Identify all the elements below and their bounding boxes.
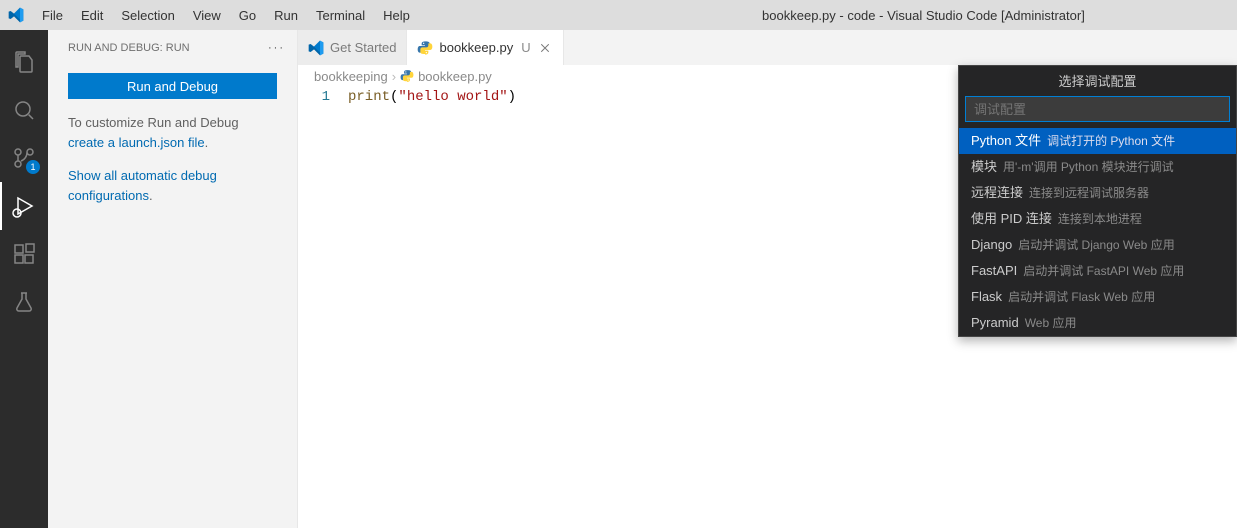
search-icon [12,98,36,122]
quickpick-panel: 选择调试配置 Python 文件 调试打开的 Python 文件 模块 用'-m… [958,65,1237,337]
menu-selection[interactable]: Selection [113,4,182,27]
menu-terminal[interactable]: Terminal [308,4,373,27]
activity-explorer[interactable] [0,38,48,86]
menu-run[interactable]: Run [266,4,306,27]
breadcrumb-file[interactable]: bookkeep.py [400,69,492,84]
chevron-right-icon: › [392,69,396,84]
quickpick-item-fastapi[interactable]: FastAPI 启动并调试 FastAPI Web 应用 [959,258,1236,284]
menu-go[interactable]: Go [231,4,264,27]
beaker-icon [12,290,36,314]
tabs-row: Get Started bookkeep.py U [298,30,1237,65]
tab-git-status: U [521,40,530,55]
sidebar-showall-text: Show all automatic debug configurations. [68,166,277,205]
sidebar: RUN AND DEBUG: RUN ··· Run and Debug To … [48,30,298,528]
quickpick-item-flask[interactable]: Flask 启动并调试 Flask Web 应用 [959,284,1236,310]
activity-extensions[interactable] [0,230,48,278]
quickpick-list: Python 文件 调试打开的 Python 文件 模块 用'-m'调用 Pyt… [959,128,1236,336]
run-and-debug-button[interactable]: Run and Debug [68,73,277,99]
python-icon [417,40,433,56]
quickpick-item-python-file[interactable]: Python 文件 调试打开的 Python 文件 [959,128,1236,154]
tab-label: bookkeep.py [439,40,513,55]
quickpick-input[interactable] [965,96,1230,122]
tab-label: Get Started [330,40,396,55]
breadcrumb-folder[interactable]: bookkeeping [314,69,388,84]
quickpick-item-module[interactable]: 模块 用'-m'调用 Python 模块进行调试 [959,154,1236,180]
activity-search[interactable] [0,86,48,134]
editor-area: Get Started bookkeep.py U bookkeeping › … [298,30,1237,528]
window-title: bookkeep.py - code - Visual Studio Code … [418,8,1229,23]
quickpick-item-pid[interactable]: 使用 PID 连接 连接到本地进程 [959,206,1236,232]
sidebar-more-icon[interactable]: ··· [268,42,285,54]
activity-testing[interactable] [0,278,48,326]
files-icon [12,50,36,74]
activity-source-control[interactable]: 1 [0,134,48,182]
debug-icon [12,194,36,218]
activity-run-debug[interactable] [0,182,48,230]
line-numbers: 1 [298,89,348,528]
python-icon [400,69,414,83]
show-all-configs-link[interactable]: Show all automatic debug configurations [68,168,217,203]
vscode-icon [308,40,324,56]
close-icon[interactable] [537,40,553,56]
sidebar-title: RUN AND DEBUG: RUN [68,42,190,54]
menubar: File Edit Selection View Go Run Terminal… [34,4,418,27]
quickpick-title: 选择调试配置 [959,66,1236,96]
tab-bookkeep[interactable]: bookkeep.py U [407,30,563,65]
menu-edit[interactable]: Edit [73,4,111,27]
menu-view[interactable]: View [185,4,229,27]
extensions-icon [12,242,36,266]
quickpick-item-pyramid[interactable]: Pyramid Web 应用 [959,310,1236,336]
source-control-badge: 1 [26,160,40,174]
titlebar: File Edit Selection View Go Run Terminal… [0,0,1237,30]
sidebar-customize-text: To customize Run and Debug create a laun… [68,113,277,152]
vscode-logo-icon [8,7,24,23]
create-launch-link[interactable]: create a launch.json file [68,135,205,150]
sidebar-header: RUN AND DEBUG: RUN ··· [48,30,297,65]
tab-get-started[interactable]: Get Started [298,30,407,65]
menu-help[interactable]: Help [375,4,418,27]
activitybar: 1 [0,30,48,528]
quickpick-item-remote[interactable]: 远程连接 连接到远程调试服务器 [959,180,1236,206]
quickpick-item-django[interactable]: Django 启动并调试 Django Web 应用 [959,232,1236,258]
menu-file[interactable]: File [34,4,71,27]
